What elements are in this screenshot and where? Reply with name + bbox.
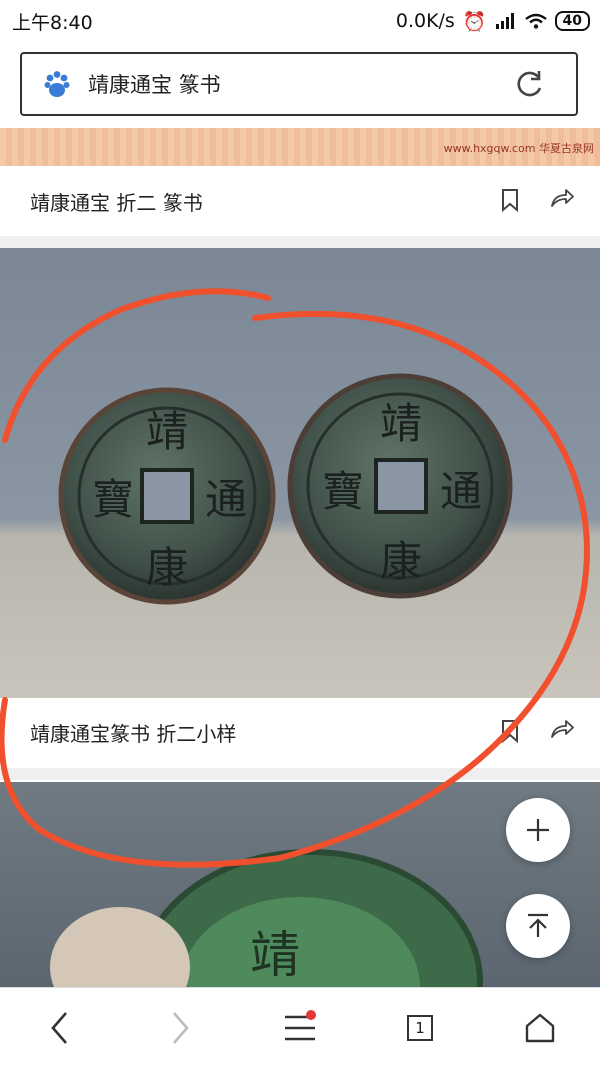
search-input[interactable]: 靖康通宝 篆书 (88, 69, 512, 99)
bookmark-icon[interactable] (496, 186, 524, 214)
plus-icon (527, 819, 549, 841)
status-bar: 上午8:40 0.0K/s ⏰ 40 (0, 0, 600, 42)
chevron-right-icon (173, 1012, 189, 1044)
status-icons: 0.0K/s ⏰ 40 (396, 10, 590, 33)
battery-indicator: 40 (554, 11, 590, 31)
result-image-banner[interactable]: www.hxgqw.com 华夏古泉网 (0, 128, 600, 166)
share-icon[interactable] (548, 184, 576, 212)
signal-icon (495, 13, 514, 29)
home-button[interactable] (510, 998, 570, 1058)
card-divider (0, 236, 600, 248)
svg-text:康: 康 (146, 543, 188, 592)
bookmark-icon[interactable] (496, 717, 524, 745)
result-image-coins[interactable]: 靖寶通康 靖寶通康 (0, 248, 600, 698)
status-time: 上午8:40 (12, 11, 93, 34)
zoom-in-button[interactable] (506, 798, 570, 862)
watermark-text: www.hxgqw.com 华夏古泉网 (443, 142, 594, 155)
tabs-button[interactable]: 1 (390, 998, 450, 1058)
alarm-icon: ⏰ (462, 10, 487, 33)
svg-text:寶: 寶 (322, 467, 364, 516)
back-to-top-button[interactable] (506, 894, 570, 958)
network-speed: 0.0K/s (395, 10, 455, 32)
arrow-up-icon (528, 913, 548, 937)
menu-button[interactable] (270, 998, 330, 1058)
card-title[interactable]: 靖康通宝 折二 篆书 (30, 187, 203, 216)
tab-count: 1 (407, 1015, 433, 1041)
share-icon[interactable] (548, 715, 576, 743)
bottom-navigation: 1 (0, 987, 600, 1068)
forward-button[interactable] (150, 998, 210, 1058)
refresh-icon[interactable] (512, 67, 546, 101)
baidu-paw-icon (44, 71, 70, 97)
card-divider (0, 768, 600, 780)
back-button[interactable] (30, 998, 90, 1058)
wifi-icon (524, 13, 547, 29)
card-title[interactable]: 靖康通宝篆书 折二小样 (30, 718, 236, 747)
svg-text:康: 康 (380, 537, 422, 586)
svg-text:通: 通 (205, 475, 247, 524)
chevron-left-icon (51, 1012, 67, 1044)
svg-text:寶: 寶 (92, 475, 134, 524)
svg-text:靖: 靖 (250, 926, 300, 984)
coins-photo: 靖寶 通康 靖寶 通康 (58, 373, 513, 605)
notification-dot (306, 1010, 316, 1020)
svg-text:靖: 靖 (380, 399, 422, 448)
svg-text:靖: 靖 (146, 407, 188, 456)
home-icon (525, 1013, 555, 1043)
search-bar[interactable]: 靖康通宝 篆书 (20, 52, 578, 116)
svg-text:通: 通 (440, 467, 482, 516)
